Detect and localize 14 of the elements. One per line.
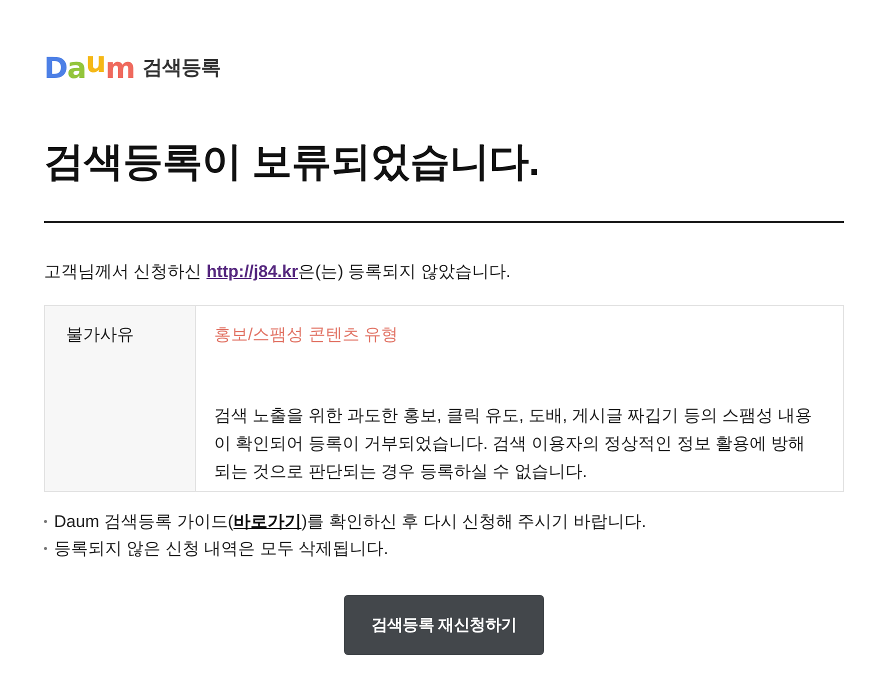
service-name: 검색등록 <box>142 56 221 81</box>
reason-description: 검색 노출을 위한 과도한 홍보, 클릭 유도, 도배, 게시글 짜깁기 등의 스팸성 내용이 확인되어 등록이 거부되었습니다. 검색 이용자의 정상적인 정보 활용에 방해되는 것으로 판단되는 경우 등록하실 수 없습니다. <box>214 405 813 483</box>
reapply-button[interactable]: 검색등록 재신청하기 <box>344 595 544 655</box>
page-title: 검색등록이 보류되었습니다. <box>44 139 540 186</box>
site-url-link[interactable]: http://j84.kr <box>206 262 298 281</box>
note-text: 등록되지 않은 신청 내역은 모두 삭제됩니다. <box>54 538 388 560</box>
notice-text: 고객님께서 신청하신 http://j84.kr은(는) 등록되지 않았습니다. <box>44 261 512 283</box>
bullet-icon <box>44 520 47 523</box>
note-text: Daum 검색등록 가이드(바로가기)를 확인하신 후 다시 신청해 주시기 바랍니다. <box>54 511 646 533</box>
reason-label: 불가사유 <box>66 325 134 344</box>
daum-logo-wordmark: Daum <box>44 53 135 83</box>
reason-type: 홍보/스팸성 콘텐츠 유형 <box>214 324 400 346</box>
bullet-icon <box>44 547 47 550</box>
guide-link[interactable]: 바로가기 <box>233 512 302 531</box>
